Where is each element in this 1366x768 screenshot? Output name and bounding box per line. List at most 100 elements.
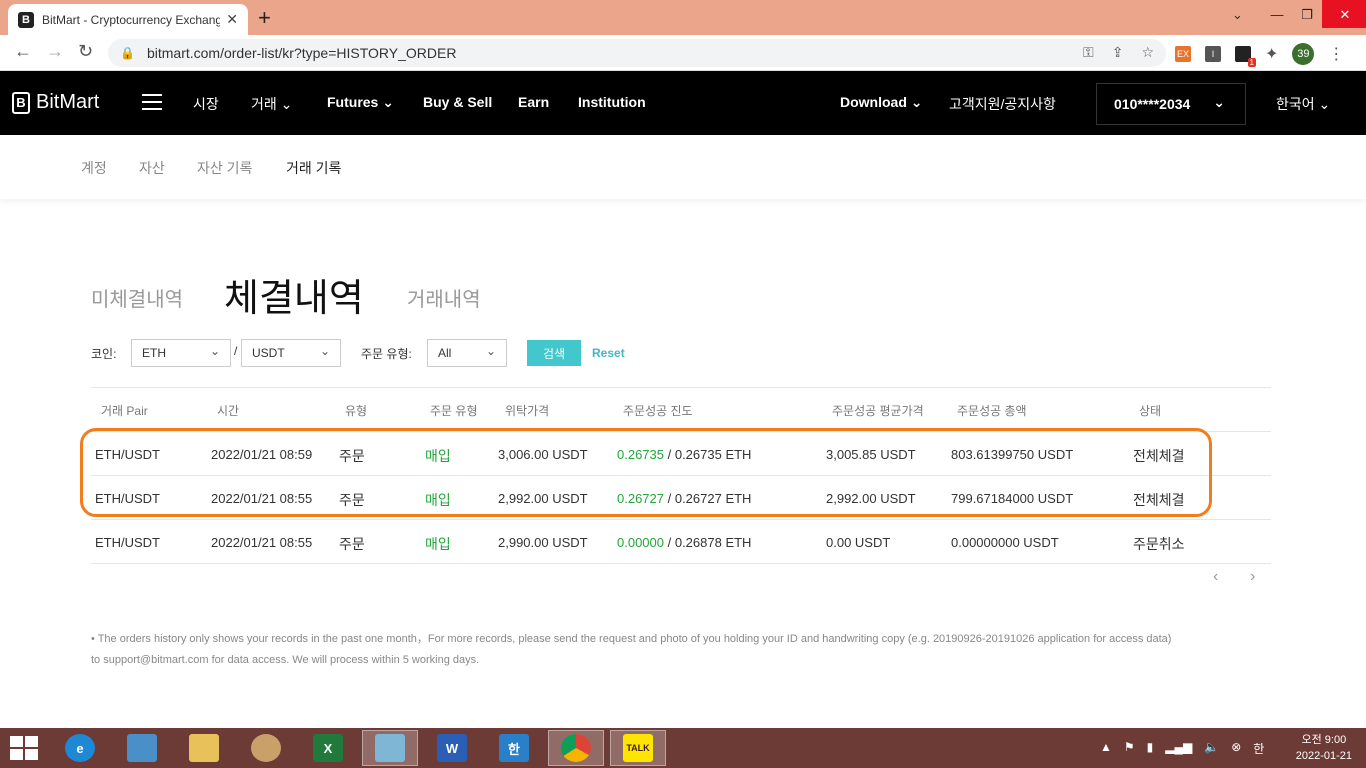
account-subnav: 계정 자산 자산 기록 거래 기록 (0, 135, 1366, 199)
search-button[interactable]: 검색 (527, 340, 581, 366)
taskbar-app-hangul[interactable]: 한 (486, 730, 542, 766)
taskbar-app-control-panel[interactable] (114, 730, 170, 766)
forward-button[interactable]: → (46, 41, 64, 62)
cell-filled: 0.00000 / 0.26878 ETH (617, 535, 751, 550)
quote-coin-select[interactable]: USDT ⌄ (241, 339, 341, 367)
notepad-icon (375, 734, 405, 762)
nav-market[interactable]: 시장 (193, 94, 219, 114)
base-coin-select[interactable]: ETH ⌄ (131, 339, 231, 367)
browser-menu-icon[interactable]: ⋮ (1328, 44, 1344, 64)
extension-badge-icon[interactable]: 1 (1235, 46, 1256, 67)
bitmart-logo[interactable]: B BitMart (12, 91, 99, 114)
nav-futures-label: Futures (327, 94, 379, 110)
row-divider (91, 519, 1271, 520)
cell-side: 매입 (425, 448, 451, 464)
history-note-line1: • The orders history only shows your rec… (91, 633, 1172, 645)
kakaotalk-icon: TALK (623, 734, 653, 762)
row-divider (91, 475, 1271, 476)
tray-expand-icon[interactable]: ▲ (1100, 740, 1112, 757)
taskbar-app-paint[interactable] (238, 730, 294, 766)
reset-link[interactable]: Reset (592, 346, 625, 360)
extension-ex-icon[interactable]: EX (1175, 46, 1191, 62)
nav-trade[interactable]: 거래 ⌄ (251, 94, 292, 114)
window-close-button[interactable]: ✕ (1322, 0, 1366, 28)
cell-avg: 2,992.00 USDT (826, 491, 916, 506)
key-icon[interactable]: ⚿ (1083, 44, 1094, 61)
taskbar-clock[interactable]: 오전 9:00 2022-01-21 (1296, 732, 1352, 764)
nav-download[interactable]: Download ⌄ (840, 94, 923, 111)
account-id: 010****2034 (1114, 96, 1191, 112)
taskbar-app-explorer[interactable] (176, 730, 232, 766)
reload-button[interactable]: ↻ (78, 41, 93, 62)
chevron-down-icon: ⌄ (1318, 96, 1331, 112)
tab-title: BitMart - Cryptocurrency Exchang (42, 12, 221, 27)
cell-status: 주문취소 (1133, 536, 1185, 552)
taskbar-app-ie[interactable]: e (52, 730, 108, 766)
subnav-assets[interactable]: 자산 (139, 158, 165, 178)
tab-order-history[interactable]: 체결내역 (224, 267, 364, 322)
cell-time: 2022/01/21 08:59 (211, 447, 313, 462)
th-filled: 주문성공 진도 (623, 404, 693, 418)
close-tab-icon[interactable]: ✕ (226, 11, 238, 28)
nav-earn[interactable]: Earn (518, 94, 549, 110)
windows-start-icon[interactable] (10, 736, 38, 760)
url-bar[interactable]: 🔒 bitmart.com/order-list/kr?type=HISTORY… (108, 39, 1166, 67)
minimize-button[interactable]: — (1262, 0, 1292, 28)
th-pair: 거래 Pair (101, 404, 148, 418)
taskbar-app-excel[interactable]: X (300, 730, 356, 766)
volume-icon[interactable]: 🔈 (1204, 740, 1219, 757)
action-center-flag-icon[interactable]: ⚑ (1124, 740, 1135, 757)
nav-buy-sell[interactable]: Buy & Sell (423, 94, 492, 110)
tab-open-orders[interactable]: 미체결내역 (91, 283, 183, 312)
prev-page-chevron-icon[interactable]: ‹ (1213, 568, 1218, 586)
account-dropdown[interactable]: 010****2034 ⌄ (1096, 83, 1246, 125)
language-selector[interactable]: 한국어 ⌄ (1276, 94, 1330, 114)
nav-institution[interactable]: Institution (578, 94, 646, 110)
hamburger-menu-icon[interactable] (142, 94, 162, 110)
cell-type: 주문 (339, 492, 365, 508)
subnav-trade-history[interactable]: 거래 기록 (286, 158, 341, 178)
th-order-type: 주문 유형 (430, 404, 478, 418)
window-controls: — ❐ ✕ (1262, 0, 1366, 28)
cell-status: 전체체결 (1133, 492, 1185, 508)
filled-qty: 0.26735 (617, 447, 664, 462)
extension-i-icon[interactable]: I (1205, 46, 1221, 62)
taskbar-app-kakaotalk[interactable]: TALK (610, 730, 666, 766)
network-signal-icon[interactable]: ▂▄▆ (1165, 740, 1192, 757)
order-type-select[interactable]: All ⌄ (427, 339, 507, 367)
taskbar-app-word[interactable]: W (424, 730, 480, 766)
subnav-asset-history[interactable]: 자산 기록 (197, 158, 252, 178)
extensions-puzzle-icon[interactable]: ✦ (1265, 44, 1278, 64)
cell-side: 매입 (425, 536, 451, 552)
subnav-account[interactable]: 계정 (81, 158, 107, 178)
cell-price: 2,992.00 USDT (498, 491, 588, 506)
file-explorer-icon (189, 734, 219, 762)
taskbar-app-chrome[interactable] (548, 730, 604, 766)
bookmark-star-icon[interactable]: ☆ (1141, 44, 1154, 61)
share-icon[interactable]: ⇪ (1112, 44, 1124, 61)
hangul-icon: 한 (499, 734, 529, 762)
chevron-down-icon: ⌄ (209, 344, 220, 358)
restore-button[interactable]: ❐ (1292, 0, 1322, 28)
nav-futures[interactable]: Futures ⌄ (327, 94, 394, 111)
control-panel-icon (127, 734, 157, 762)
bitmart-logo-icon: B (12, 91, 30, 114)
total-qty: / 0.26878 ETH (664, 535, 752, 550)
download-label: Download (840, 94, 907, 110)
language-label: 한국어 (1276, 96, 1315, 112)
total-qty: / 0.26735 ETH (664, 447, 752, 462)
taskbar-app-notepad[interactable] (362, 730, 418, 766)
th-total: 주문성공 총액 (957, 404, 1027, 418)
next-page-chevron-icon[interactable]: › (1250, 568, 1255, 586)
back-button[interactable]: ← (14, 41, 32, 62)
profile-avatar[interactable]: 39 (1292, 43, 1315, 65)
cell-price: 3,006.00 USDT (498, 447, 588, 462)
tab-trade-history[interactable]: 거래내역 (407, 283, 481, 312)
new-tab-button[interactable]: + (258, 5, 271, 31)
battery-icon[interactable]: ▮ (1147, 740, 1154, 757)
ime-indicator[interactable]: 한 (1253, 740, 1264, 757)
browser-tab[interactable]: B BitMart - Cryptocurrency Exchang ✕ (8, 4, 248, 35)
close-circle-icon[interactable]: ⊗ (1231, 740, 1241, 757)
tab-search-chevron-icon[interactable]: ⌄ (1232, 7, 1243, 23)
nav-support[interactable]: 고객지원/공지사항 (949, 94, 1056, 114)
